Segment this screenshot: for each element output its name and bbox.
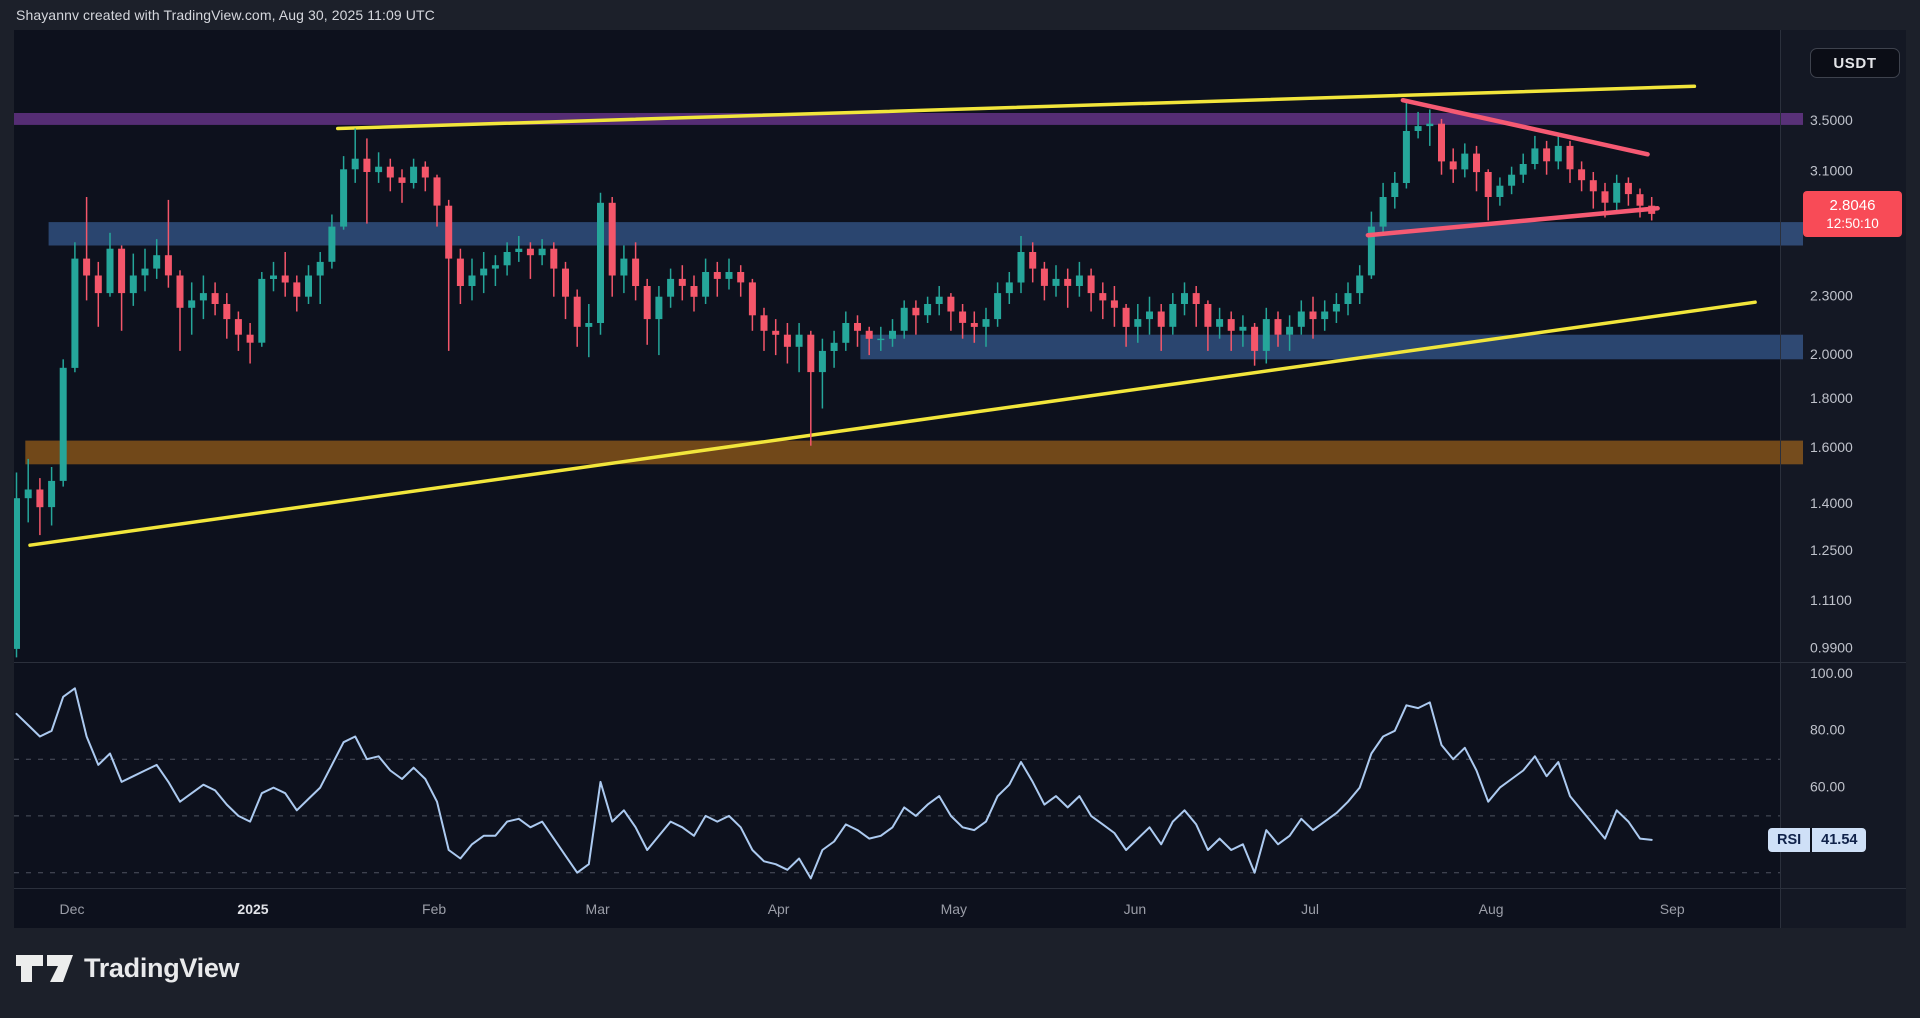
rsi-badge: RSI 41.54 bbox=[1768, 828, 1866, 852]
last-price-badge: 2.8046 12:50:10 bbox=[1803, 191, 1902, 237]
footer: TradingView bbox=[0, 928, 1920, 1018]
price-axis[interactable] bbox=[1780, 30, 1906, 888]
support-zone-2.7[interactable] bbox=[49, 222, 1803, 245]
rsi-value: 41.54 bbox=[1812, 828, 1866, 852]
support-zone-1.6[interactable] bbox=[25, 441, 1803, 465]
resistance-zone-3.5[interactable] bbox=[14, 113, 1803, 125]
chart-canvas[interactable]: 3.50003.10002.30002.00001.80001.60001.40… bbox=[14, 30, 1906, 928]
currency-toggle-button[interactable]: USDT bbox=[1810, 48, 1900, 78]
rsi-line bbox=[17, 688, 1652, 878]
rsi-label: RSI bbox=[1768, 828, 1810, 852]
bar-countdown: 12:50:10 bbox=[1826, 215, 1879, 232]
tradingview-chart-screenshot: Shayannv created with TradingView.com, A… bbox=[0, 0, 1920, 1018]
tradingview-logo[interactable]: TradingView bbox=[16, 948, 239, 988]
attribution-text: Shayannv created with TradingView.com, A… bbox=[16, 7, 435, 23]
time-axis[interactable] bbox=[14, 888, 1906, 928]
last-price-value: 2.8046 bbox=[1830, 196, 1876, 215]
tradingview-logo-icon bbox=[16, 948, 74, 988]
tradingview-brand-text: TradingView bbox=[84, 953, 239, 984]
chart-widget: 3.50003.10002.30002.00001.80001.60001.40… bbox=[14, 30, 1906, 928]
support-zone-2.0[interactable] bbox=[860, 335, 1803, 360]
attribution-bar: Shayannv created with TradingView.com, A… bbox=[0, 0, 1920, 30]
